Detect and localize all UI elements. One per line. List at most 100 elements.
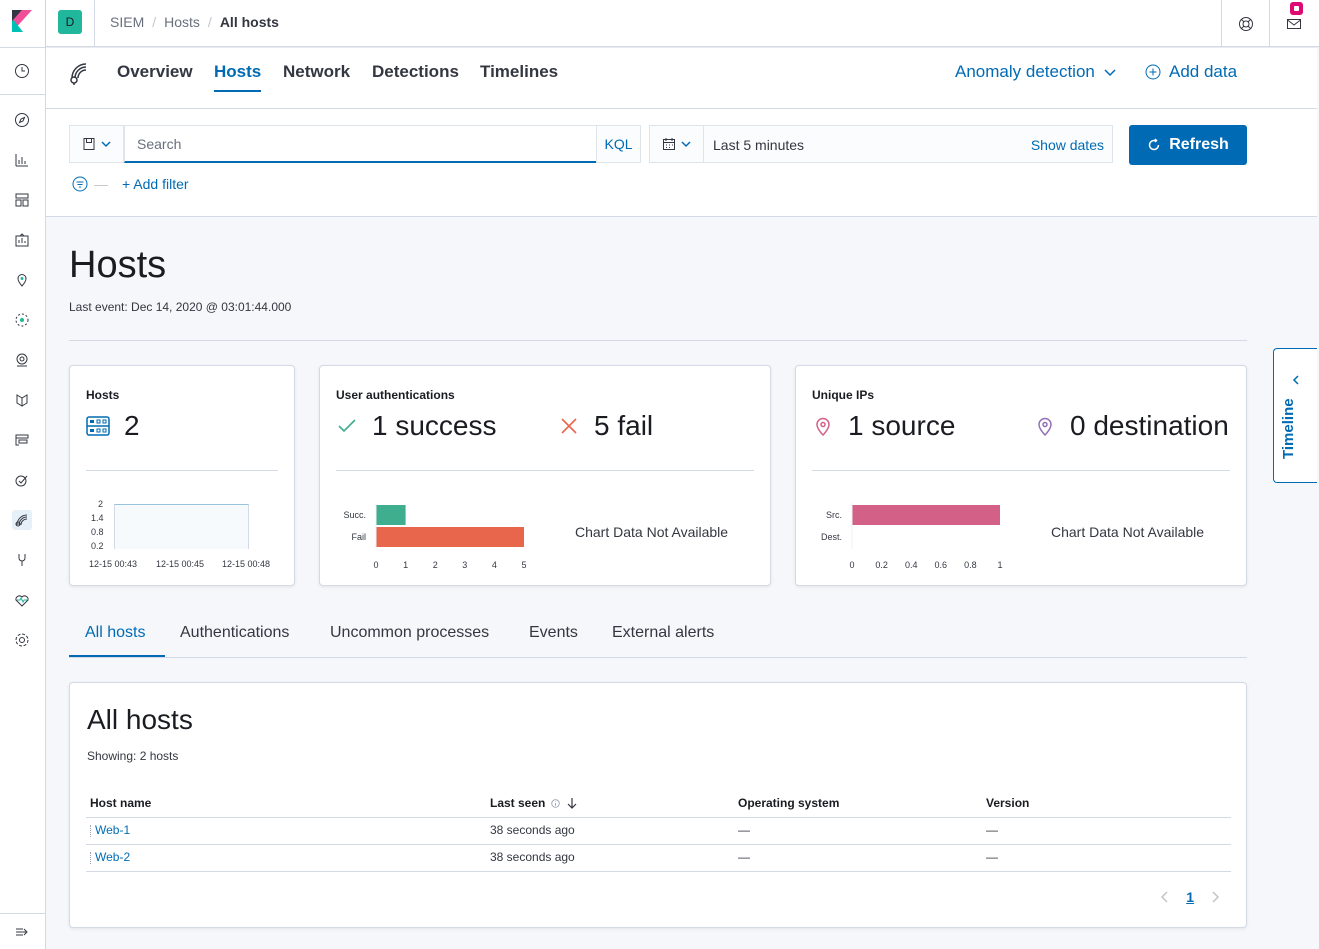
auth-bar	[376, 505, 406, 525]
siem-icon[interactable]	[12, 510, 32, 530]
timeline-flyout-button[interactable]: Timeline	[1273, 348, 1317, 483]
drag-handle-icon[interactable]	[90, 824, 92, 837]
column-header-last-seen[interactable]: Last seen	[490, 796, 578, 810]
tab-external-alerts[interactable]: External alerts	[612, 624, 714, 642]
drag-handle-icon[interactable]	[90, 851, 92, 864]
help-lifebuoy-icon	[1238, 16, 1253, 31]
page-title: Hosts	[69, 244, 167, 286]
management-gear-icon[interactable]	[12, 630, 32, 650]
recently-viewed-icon[interactable]	[12, 61, 32, 81]
chevron-down-icon	[680, 141, 691, 148]
add-data-label: Add data	[1169, 62, 1238, 81]
kql-toggle-button[interactable]: KQL	[596, 125, 641, 163]
version-cell: —	[986, 823, 998, 837]
auth-category-label: Succ.	[343, 510, 366, 520]
tab-all-hosts[interactable]: All hosts	[85, 624, 145, 642]
date-range-field[interactable]: Last 5 minutes Show dates	[703, 125, 1113, 163]
uptime-icon[interactable]	[12, 470, 32, 490]
host-link[interactable]: Web-1	[95, 823, 130, 837]
all-hosts-panel: All hosts Showing: 2 hosts Host name Las…	[69, 682, 1247, 928]
canvas-icon[interactable]	[12, 230, 32, 250]
auth-x-tick: 3	[462, 560, 467, 570]
host-link[interactable]: Web-2	[95, 850, 130, 864]
dock-navigation-icon[interactable]	[12, 922, 32, 942]
breadcrumb: SIEM / Hosts / All hosts	[110, 14, 279, 30]
breadcrumb-siem[interactable]: SIEM	[110, 14, 144, 30]
row-divider	[86, 817, 1231, 818]
y-tick: 0.2	[91, 541, 104, 551]
breadcrumb-separator: /	[207, 14, 212, 30]
mail-icon	[1286, 18, 1301, 29]
tab-overview[interactable]: Overview	[117, 62, 193, 92]
anomaly-detection-button[interactable]: Anomaly detection	[955, 62, 1117, 82]
header-divider	[94, 0, 95, 47]
add-filter-button[interactable]: + Add filter	[122, 176, 189, 192]
sort-descending-icon[interactable]	[566, 797, 578, 809]
refresh-button[interactable]: Refresh	[1129, 125, 1247, 165]
filter-bar: — + Add filter	[72, 176, 189, 192]
infrastructure-icon[interactable]	[12, 350, 32, 370]
tab-hosts[interactable]: Hosts	[214, 62, 262, 92]
visualize-icon[interactable]	[12, 150, 32, 170]
breadcrumb-current: All hosts	[219, 14, 279, 30]
date-quick-menu-button[interactable]	[649, 125, 704, 163]
page-number[interactable]: 1	[1186, 889, 1194, 905]
tab-timelines[interactable]: Timelines	[480, 62, 558, 92]
filter-separator: —	[94, 176, 108, 192]
siem-app-icon	[68, 60, 94, 89]
chevron-right-icon[interactable]	[1210, 891, 1220, 903]
y-tick: 1.4	[91, 513, 104, 523]
ips-chart-not-available: Chart Data Not Available	[1051, 524, 1205, 540]
add-data-button[interactable]: Add data	[1145, 62, 1237, 82]
info-icon[interactable]	[551, 798, 561, 808]
space-avatar[interactable]: D	[58, 10, 82, 34]
timeline-label: Timeline	[1280, 398, 1297, 459]
column-header-host-name[interactable]: Host name	[90, 796, 151, 810]
chevron-left-icon[interactable]	[1160, 891, 1170, 903]
host-name-cell: Web-1	[90, 823, 130, 837]
refresh-icon	[1148, 138, 1160, 151]
ips-category-label: Dest.	[821, 532, 842, 542]
tab-uncommon-processes[interactable]: Uncommon processes	[330, 624, 489, 642]
ml-icon[interactable]	[12, 310, 32, 330]
auth-x-tick: 0	[373, 560, 378, 570]
auth-chart-not-available: Chart Data Not Available	[575, 524, 729, 540]
column-header-version[interactable]: Version	[986, 796, 1029, 810]
ips-x-tick: 0.2	[875, 560, 888, 570]
tab-network[interactable]: Network	[283, 62, 350, 92]
ips-x-tick: 0	[849, 560, 854, 570]
saved-query-button[interactable]	[69, 125, 124, 163]
dashboard-icon[interactable]	[12, 190, 32, 210]
stack-monitoring-icon[interactable]	[12, 590, 32, 610]
logs-icon[interactable]	[12, 390, 32, 410]
column-header-operating-system[interactable]: Operating system	[738, 796, 839, 810]
card-divider	[86, 470, 278, 471]
x-tick: 12-15 00:43	[89, 559, 138, 569]
kibana-logo-icon[interactable]	[12, 10, 32, 32]
help-menu-button[interactable]	[1221, 0, 1269, 47]
hosts-count: 2	[124, 410, 140, 441]
dev-tools-icon[interactable]	[12, 550, 32, 570]
news-feed-button[interactable]	[1269, 0, 1317, 47]
pagination: 1	[1160, 889, 1220, 905]
discover-compass-icon[interactable]	[12, 110, 32, 130]
auth-x-tick: 1	[403, 560, 408, 570]
tab-events[interactable]: Events	[529, 624, 578, 642]
filter-menu-icon[interactable]	[72, 176, 88, 192]
os-cell: —	[738, 850, 750, 864]
maps-icon[interactable]	[12, 270, 32, 290]
auth-success-stat: 1 success	[336, 410, 497, 442]
tab-authentications[interactable]: Authentications	[180, 624, 289, 642]
notification-badge	[1290, 2, 1303, 15]
breadcrumb-hosts[interactable]: Hosts	[164, 14, 200, 30]
apm-icon[interactable]	[12, 430, 32, 450]
ips-source-stat: 1 source	[812, 410, 955, 442]
last-event-text: Last event: Dec 14, 2020 @ 03:01:44.000	[69, 300, 292, 314]
card-divider	[336, 470, 754, 471]
show-dates-link[interactable]: Show dates	[1031, 137, 1104, 153]
tab-detections[interactable]: Detections	[372, 62, 459, 92]
search-input[interactable]	[124, 125, 597, 163]
chevron-left-icon	[1292, 375, 1299, 385]
row-divider	[86, 844, 1231, 845]
cross-icon	[561, 418, 577, 434]
